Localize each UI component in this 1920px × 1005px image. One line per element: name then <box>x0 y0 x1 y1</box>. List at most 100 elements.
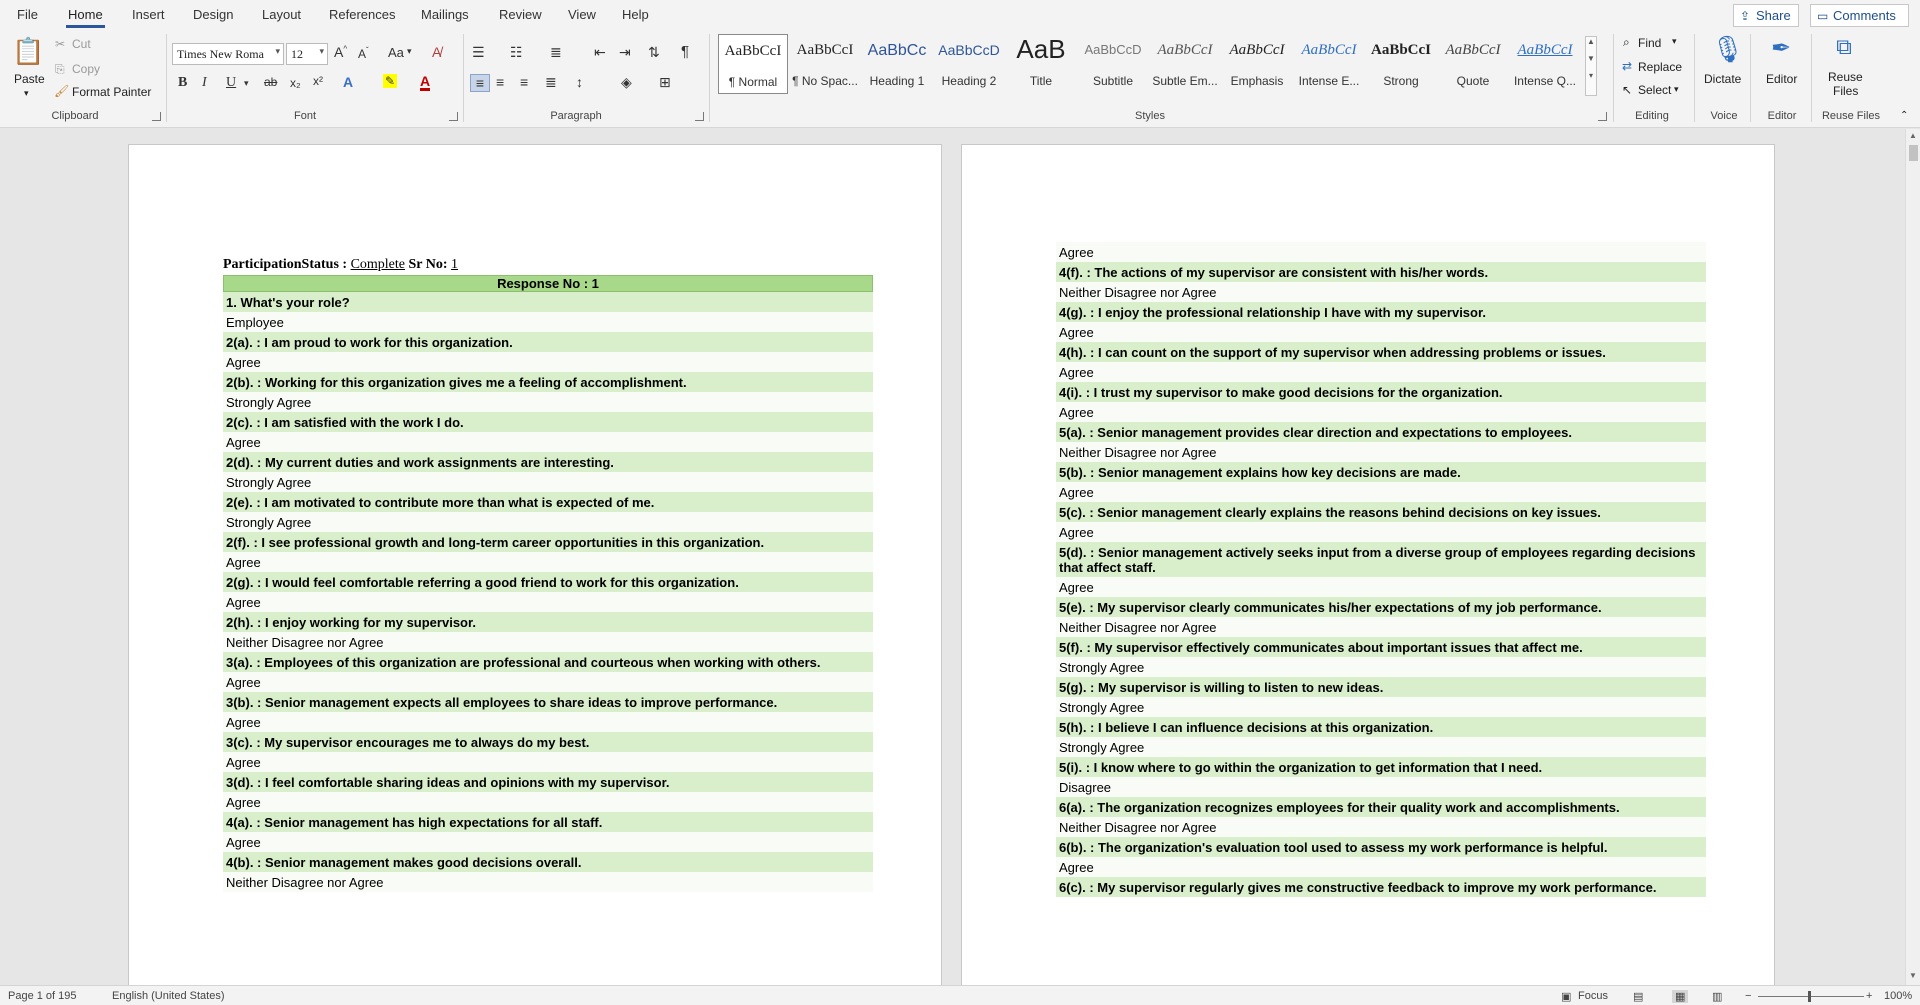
italic-icon[interactable]: I <box>202 75 207 91</box>
tab-home[interactable]: Home <box>66 7 105 28</box>
style-subtitle[interactable]: AaBbCcD Subtitle <box>1078 34 1148 94</box>
justify-icon[interactable]: ≣ <box>545 74 557 91</box>
styles-launcher-icon[interactable] <box>1598 112 1607 121</box>
underline-icon[interactable]: U <box>226 75 236 91</box>
chevron-up-icon[interactable]: ▲ <box>1909 131 1917 140</box>
tab-layout[interactable]: Layout <box>262 7 301 22</box>
chevron-down-icon[interactable]: ▼ <box>1586 54 1596 63</box>
strikethrough-icon[interactable]: ab <box>264 75 277 89</box>
numbering-icon[interactable]: ☷ <box>510 44 523 61</box>
replace-button[interactable]: Replace <box>1638 60 1682 74</box>
tab-file[interactable]: File <box>17 7 38 22</box>
superscript-icon[interactable]: x² <box>313 74 323 88</box>
chevron-down-icon[interactable]: ▾ <box>244 78 249 89</box>
cut-button[interactable]: Cut <box>72 37 91 51</box>
styles-scroll[interactable]: ▲ ▼ ▾ <box>1585 36 1597 96</box>
multilevel-list-icon[interactable]: ≣ <box>550 44 562 61</box>
microphone-icon[interactable]: 🎙 <box>1711 34 1744 64</box>
style-quote[interactable]: AaBbCcI Quote <box>1438 34 1508 94</box>
chevron-down-icon[interactable]: ▾ <box>1674 84 1679 95</box>
tab-insert[interactable]: Insert <box>132 7 165 22</box>
font-size-box[interactable]: 12 ▾ <box>286 43 328 65</box>
share-button[interactable]: ⇪ Share <box>1733 4 1799 27</box>
question-row: 3(d). : I feel comfortable sharing ideas… <box>223 772 873 792</box>
chevron-down-icon[interactable]: ▾ <box>1672 36 1677 47</box>
borders-icon[interactable]: ⊞ <box>659 74 671 91</box>
select-button[interactable]: Select <box>1638 83 1671 97</box>
more-styles-icon[interactable]: ▾ <box>1586 71 1596 80</box>
paste-dropdown-icon[interactable]: ▾ <box>24 88 29 99</box>
focus-button[interactable]: Focus <box>1578 990 1608 1002</box>
reuse-files-icon[interactable]: ⧉ <box>1829 34 1859 64</box>
style-title[interactable]: AaB Title <box>1006 34 1076 94</box>
language-indicator[interactable]: English (United States) <box>112 990 225 1002</box>
tab-view[interactable]: View <box>568 7 596 22</box>
align-center-icon[interactable]: ≡ <box>496 74 504 90</box>
style-normal[interactable]: AaBbCcI ¶ Normal <box>718 34 788 94</box>
style-no-spacing[interactable]: AaBbCcI ¶ No Spac... <box>790 34 860 94</box>
web-layout-icon[interactable]: ▥ <box>1712 990 1722 1003</box>
editor-button[interactable]: Editor <box>1766 72 1797 86</box>
shrink-font-icon[interactable]: Aˇ <box>358 46 369 61</box>
comments-button[interactable]: ▭ Comments <box>1810 4 1909 27</box>
tab-design[interactable]: Design <box>193 7 233 22</box>
change-case-icon[interactable]: Aa <box>388 45 404 60</box>
zoom-slider[interactable] <box>1758 996 1864 997</box>
font-launcher-icon[interactable] <box>449 112 458 121</box>
zoom-out-icon[interactable]: − <box>1745 990 1751 1002</box>
style-emphasis[interactable]: AaBbCcI Emphasis <box>1222 34 1292 94</box>
style-intense-emphasis[interactable]: AaBbCcI Intense E... <box>1294 34 1364 94</box>
increase-indent-icon[interactable]: ⇥ <box>619 44 631 61</box>
divider <box>166 34 167 122</box>
style-heading-1[interactable]: AaBbCc Heading 1 <box>862 34 932 94</box>
page-count[interactable]: Page 1 of 195 <box>8 990 77 1002</box>
font-color-icon[interactable]: A <box>420 74 431 91</box>
clipboard-launcher-icon[interactable] <box>152 112 161 121</box>
chevron-down-icon[interactable]: ▼ <box>1909 971 1917 980</box>
shading-icon[interactable]: ◈ <box>621 74 632 91</box>
read-mode-icon[interactable]: ▤ <box>1633 990 1643 1003</box>
font-name-box[interactable]: Times New Roma ▾ <box>172 43 284 65</box>
chevron-up-icon[interactable]: ▲ <box>1586 37 1596 46</box>
subscript-icon[interactable]: x₂ <box>290 76 301 90</box>
line-spacing-icon[interactable]: ↕ <box>576 74 583 90</box>
text-effects-icon[interactable]: A <box>343 74 353 90</box>
scroll-thumb[interactable] <box>1909 145 1918 161</box>
tab-mailings[interactable]: Mailings <box>421 7 469 22</box>
bullets-icon[interactable]: ☰ <box>472 44 485 61</box>
editor-icon[interactable]: ✒ <box>1768 34 1794 64</box>
zoom-slider-thumb[interactable] <box>1808 991 1811 1002</box>
sort-icon[interactable]: ⇅ <box>648 44 660 61</box>
format-painter-button[interactable]: Format Painter <box>72 85 151 99</box>
highlight-icon[interactable]: ✎ <box>383 74 398 88</box>
vertical-scrollbar[interactable]: ▲ ▼ <box>1905 129 1920 985</box>
decrease-indent-icon[interactable]: ⇤ <box>594 44 606 61</box>
collapse-ribbon-icon[interactable]: ⌃ <box>1900 110 1908 121</box>
reuse-files-button[interactable]: Reuse <box>1828 70 1863 84</box>
style-intense-quote[interactable]: AaBbCcI Intense Q... <box>1510 34 1580 94</box>
print-layout-icon[interactable]: ▦ <box>1672 990 1689 1003</box>
zoom-level[interactable]: 100% <box>1884 990 1912 1002</box>
show-formatting-icon[interactable]: ¶ <box>681 43 689 60</box>
chevron-down-icon[interactable]: ▾ <box>407 46 412 57</box>
page-1[interactable]: ParticipationStatus : Complete Sr No: 1 … <box>128 144 942 985</box>
style-subtle-emphasis[interactable]: AaBbCcI Subtle Em... <box>1150 34 1220 94</box>
tab-help[interactable]: Help <box>622 7 649 22</box>
paste-button[interactable]: Paste <box>14 72 45 86</box>
copy-button[interactable]: Copy <box>72 62 100 76</box>
find-button[interactable]: Find <box>1638 36 1661 50</box>
align-left-icon[interactable]: ≡ <box>470 74 490 92</box>
zoom-in-icon[interactable]: + <box>1866 990 1872 1002</box>
dictate-button[interactable]: Dictate <box>1704 72 1741 86</box>
bold-icon[interactable]: B <box>178 75 187 91</box>
paragraph-launcher-icon[interactable] <box>695 112 704 121</box>
tab-review[interactable]: Review <box>499 7 542 22</box>
tab-references[interactable]: References <box>329 7 395 22</box>
clear-formatting-icon[interactable]: A̸ <box>432 44 441 60</box>
align-right-icon[interactable]: ≡ <box>520 74 528 90</box>
paste-icon[interactable]: 📋 <box>12 36 44 68</box>
style-heading-2[interactable]: AaBbCcD Heading 2 <box>934 34 1004 94</box>
style-strong[interactable]: AaBbCcI Strong <box>1366 34 1436 94</box>
grow-font-icon[interactable]: A^ <box>334 44 347 60</box>
page-2[interactable]: Agree 4(f). : The actions of my superviso… <box>961 144 1775 985</box>
